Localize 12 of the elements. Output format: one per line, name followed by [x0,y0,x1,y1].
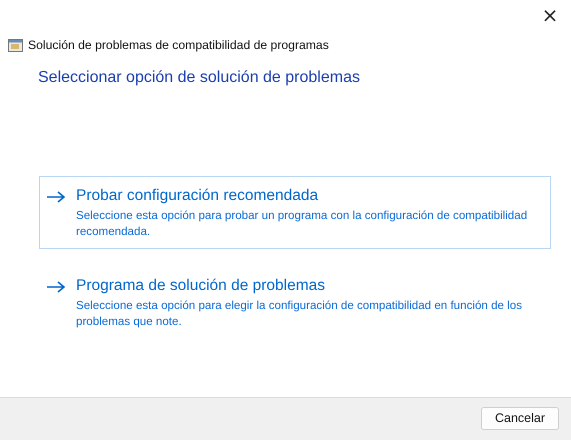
option-title: Programa de solución de problemas [76,276,326,296]
page-heading: Seleccionar opción de solución de problemas [38,69,361,87]
window-app-icon [8,38,23,52]
option-link[interactable]: Probar configuración recomendada Seleccione esta opción para probar un programa con la configuración de compatibilidad recomendada. [39,176,551,249]
option-description: Seleccione esta opción para elegir la configuración de compatibilidad en función de los problemas que note. [76,298,524,330]
option-description: Seleccione esta opción para probar un programa con la configuración de compatibilidad recomendada. [76,208,528,240]
arrow-icon [46,191,66,203]
option-title: Probar configuración recomendada [76,186,320,206]
cancel-button[interactable]: Cancelar [481,406,559,430]
window-title: Solución de problemas de compatibilidad de programas [28,38,329,52]
close-button[interactable]: × [533,0,567,30]
arrow-icon [46,281,66,293]
